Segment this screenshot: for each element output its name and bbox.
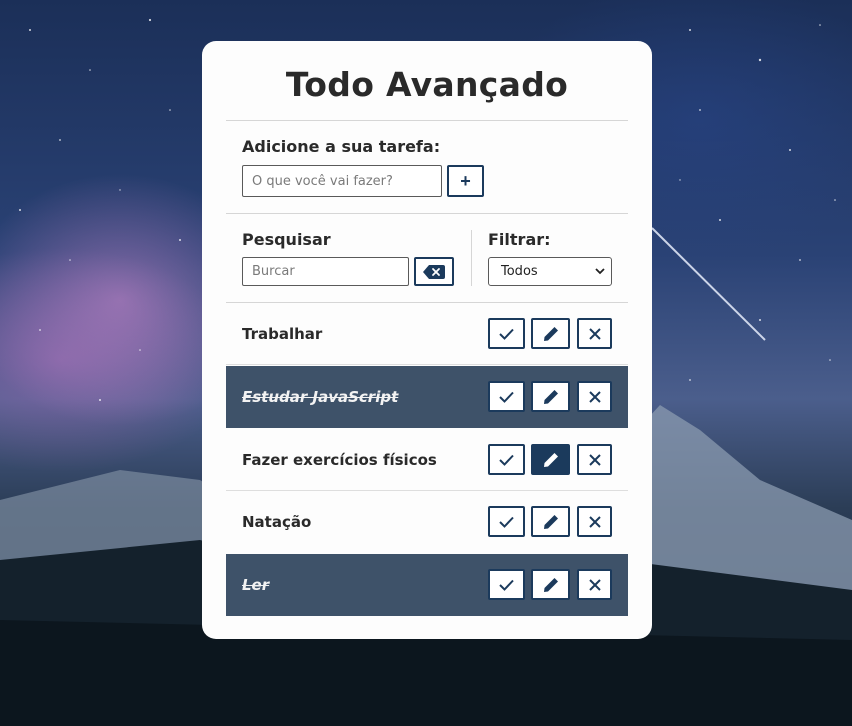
x-icon: [588, 327, 601, 340]
filter-select[interactable]: Todos: [488, 257, 612, 286]
todo-item: Trabalhar: [226, 303, 628, 365]
filter-label: Filtrar:: [488, 230, 551, 249]
remove-todo-button[interactable]: [577, 444, 612, 475]
pencil-icon: [543, 452, 558, 467]
todo-text: Natação: [242, 513, 312, 531]
remove-todo-button[interactable]: [577, 381, 612, 412]
todo-text: Estudar JavaScript: [242, 388, 399, 406]
divider: [226, 120, 628, 121]
check-icon: [499, 579, 514, 591]
search-input[interactable]: [242, 257, 409, 286]
finish-todo-button[interactable]: [488, 569, 525, 600]
todo-text: Fazer exercícios físicos: [242, 451, 437, 469]
add-button-label: +: [460, 170, 471, 191]
check-icon: [499, 328, 514, 340]
remove-todo-button[interactable]: [577, 318, 612, 349]
add-task-label: Adicione a sua tarefa:: [242, 137, 441, 156]
todo-item: Fazer exercícios físicos: [226, 429, 628, 491]
finish-todo-button[interactable]: [488, 318, 525, 349]
edit-todo-button[interactable]: [531, 318, 570, 349]
remove-todo-button[interactable]: [577, 506, 612, 537]
x-icon: [588, 453, 601, 466]
add-task-input[interactable]: [242, 165, 442, 197]
todo-text: Ler: [242, 576, 270, 594]
add-task-button[interactable]: +: [447, 165, 484, 197]
page-title: Todo Avançado: [285, 65, 569, 104]
clear-search-button[interactable]: [414, 257, 454, 286]
chevron-down-icon: [595, 268, 605, 275]
finish-todo-button[interactable]: [488, 506, 525, 537]
pencil-icon: [543, 514, 558, 529]
pencil-icon: [543, 326, 558, 341]
check-icon: [499, 391, 514, 403]
todo-item: Estudar JavaScript: [226, 366, 628, 428]
edit-todo-button[interactable]: [531, 506, 570, 537]
todo-item: Ler: [226, 554, 628, 616]
pencil-icon: [543, 577, 558, 592]
todo-card: Todo Avançado Adicione a sua tarefa: + P…: [202, 41, 652, 639]
x-icon: [588, 515, 601, 528]
section-separator: [471, 230, 472, 286]
x-icon: [588, 578, 601, 591]
edit-todo-button[interactable]: [531, 569, 570, 600]
check-icon: [499, 516, 514, 528]
remove-todo-button[interactable]: [577, 569, 612, 600]
x-icon: [588, 390, 601, 403]
divider: [226, 364, 628, 365]
check-icon: [499, 454, 514, 466]
search-label: Pesquisar: [242, 230, 331, 249]
todo-item: Natação: [226, 491, 628, 553]
todo-text: Trabalhar: [242, 325, 323, 343]
edit-todo-button[interactable]: [531, 444, 570, 475]
finish-todo-button[interactable]: [488, 381, 525, 412]
pencil-icon: [543, 389, 558, 404]
divider: [226, 213, 628, 214]
finish-todo-button[interactable]: [488, 444, 525, 475]
backspace-icon: [423, 264, 445, 279]
edit-todo-button[interactable]: [531, 381, 570, 412]
filter-selected-value: Todos: [501, 264, 538, 279]
